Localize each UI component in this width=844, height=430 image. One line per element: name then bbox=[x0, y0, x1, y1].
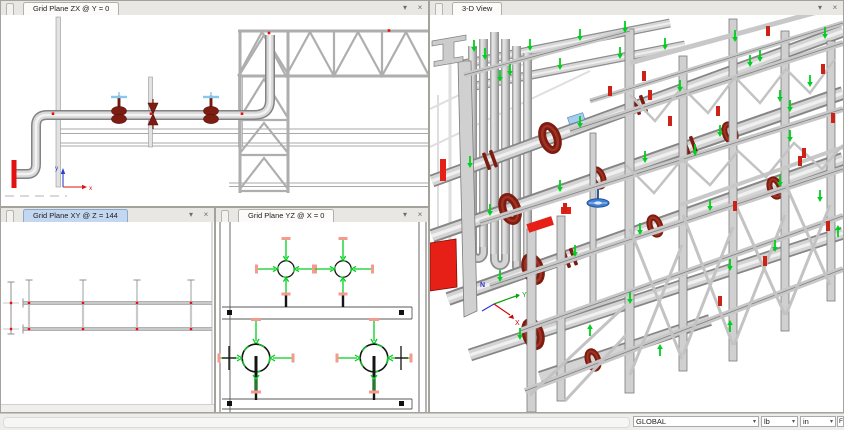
chevron-down-icon: ▾ bbox=[753, 418, 756, 425]
tab-label: Grid Plane YZ @ X = 0 bbox=[248, 211, 324, 220]
length-unit-value: in bbox=[803, 417, 809, 426]
isolated-member bbox=[3, 282, 19, 334]
tab-grid-xy[interactable]: Grid Plane XY @ Z = 144 bbox=[23, 209, 128, 222]
pane-grid-zx: Grid Plane ZX @ Y = 0 ▾ × bbox=[0, 0, 429, 207]
gate-valve[interactable] bbox=[111, 92, 127, 124]
grid-xy-drawing[interactable] bbox=[1, 222, 214, 412]
pane-close-button[interactable]: × bbox=[830, 2, 840, 13]
pane-minimize-button[interactable]: ▾ bbox=[400, 2, 410, 13]
axis-x-label: X bbox=[515, 320, 520, 327]
tab-stub[interactable] bbox=[6, 210, 14, 222]
tab-stub[interactable] bbox=[6, 3, 14, 15]
grid-yz-drawing[interactable] bbox=[216, 222, 428, 412]
view-3d-drawing[interactable]: N Y X bbox=[430, 15, 843, 412]
axis-x-label: x bbox=[89, 185, 93, 192]
tab-3d-view[interactable]: 3-D View bbox=[452, 2, 502, 15]
pane-minimize-button[interactable]: ▾ bbox=[186, 209, 196, 220]
pane-minimize-button[interactable]: ▾ bbox=[400, 209, 410, 220]
grid-zx-drawing[interactable]: x y bbox=[1, 15, 428, 206]
force-unit-select[interactable]: lb ▾ bbox=[761, 416, 798, 427]
grid-zx-canvas[interactable]: x y bbox=[1, 15, 428, 206]
status-bar: GLOBAL ▾ lb ▾ in ▾ F ▾ bbox=[0, 413, 844, 430]
pane-close-button[interactable]: × bbox=[415, 209, 425, 220]
pane-minimize-button[interactable]: ▾ bbox=[815, 2, 825, 13]
tab-label: 3-D View bbox=[462, 4, 492, 13]
coordinate-system-select[interactable]: GLOBAL ▾ bbox=[633, 416, 759, 427]
steel-beams bbox=[58, 129, 428, 187]
pane-header-grid-xy: Grid Plane XY @ Z = 144 ▾ × bbox=[1, 208, 214, 223]
pipe-section-small[interactable] bbox=[312, 237, 374, 307]
coordinate-system-value: GLOBAL bbox=[636, 417, 666, 426]
pipe-anchor-flange bbox=[12, 160, 17, 188]
tab-label: Grid Plane ZX @ Y = 0 bbox=[33, 4, 109, 13]
pipe-section-small[interactable] bbox=[255, 237, 317, 307]
node-markers[interactable] bbox=[52, 29, 391, 115]
pane-header-grid-zx: Grid Plane ZX @ Y = 0 ▾ × bbox=[1, 1, 428, 16]
horizontal-scrollbar[interactable] bbox=[1, 404, 214, 412]
gate-valve[interactable] bbox=[203, 92, 219, 124]
chevron-down-icon: ▾ bbox=[830, 418, 833, 425]
length-unit-select[interactable]: in ▾ bbox=[800, 416, 836, 427]
pane-close-button[interactable]: × bbox=[201, 209, 211, 220]
node-markers[interactable] bbox=[10, 302, 192, 330]
pane-grid-yz: Grid Plane YZ @ X = 0 ▾ × bbox=[215, 207, 429, 413]
steel-columns bbox=[56, 17, 243, 187]
pane-3d-view: 3-D View ▾ × bbox=[429, 0, 844, 413]
chevron-down-icon: ▾ bbox=[792, 418, 795, 425]
pipe-run[interactable] bbox=[14, 35, 270, 174]
tab-label: Grid Plane XY @ Z = 144 bbox=[33, 211, 118, 220]
grid-xy-canvas[interactable] bbox=[1, 222, 214, 412]
pane-header-3d-view: 3-D View ▾ × bbox=[430, 1, 843, 16]
tab-grid-zx[interactable]: Grid Plane ZX @ Y = 0 bbox=[23, 2, 119, 15]
pane-close-button[interactable]: × bbox=[415, 2, 425, 13]
frame-structure bbox=[220, 222, 426, 412]
force-unit-value: lb bbox=[764, 417, 770, 426]
north-label: N bbox=[480, 282, 485, 289]
grid-yz-canvas[interactable] bbox=[216, 222, 428, 412]
view-3d-canvas[interactable]: N Y X bbox=[430, 15, 843, 412]
cantilever-beam bbox=[432, 35, 466, 67]
status-message-area bbox=[3, 417, 630, 428]
pane-header-grid-yz: Grid Plane YZ @ X = 0 ▾ × bbox=[216, 208, 428, 223]
plan-rails bbox=[23, 299, 212, 334]
axis-y-label: Y bbox=[522, 292, 527, 299]
temperature-unit-select[interactable]: F ▾ bbox=[837, 416, 844, 427]
tab-grid-yz[interactable]: Grid Plane YZ @ X = 0 bbox=[238, 209, 334, 222]
tab-stub[interactable] bbox=[435, 3, 443, 15]
tab-stub[interactable] bbox=[221, 210, 229, 222]
pane-grid-xy: Grid Plane XY @ Z = 144 ▾ × bbox=[0, 207, 215, 413]
